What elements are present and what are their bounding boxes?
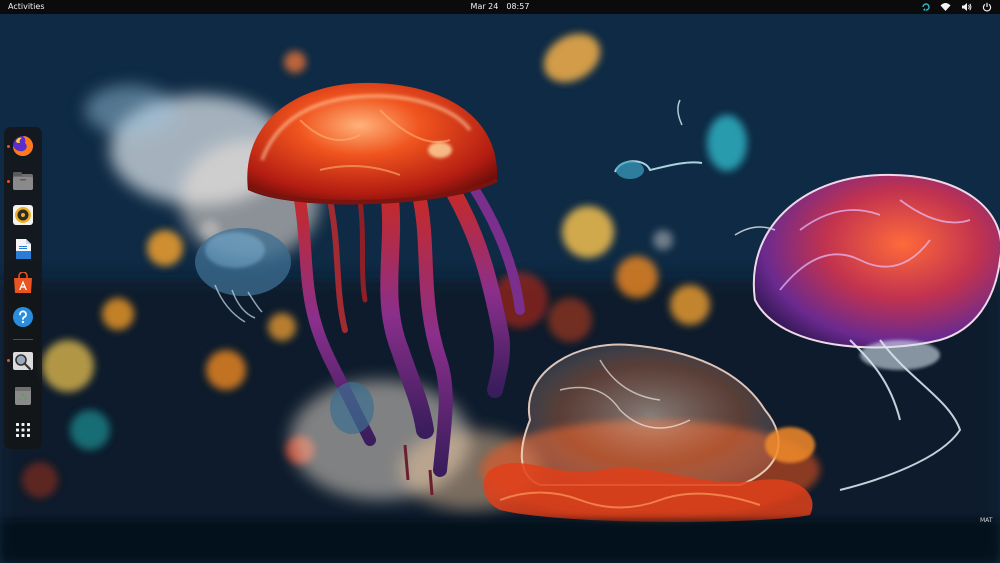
trash-icon bbox=[15, 387, 31, 405]
clock-date: Mar 24 bbox=[470, 2, 499, 11]
power-icon[interactable] bbox=[982, 2, 992, 12]
dock-item-trash[interactable] bbox=[12, 384, 34, 406]
clock-button[interactable]: Mar 24 08:57 bbox=[471, 2, 530, 11]
wallpaper-signature: MAT bbox=[980, 517, 993, 524]
files-icon bbox=[13, 172, 33, 190]
updates-icon[interactable] bbox=[922, 2, 930, 12]
system-tray[interactable] bbox=[922, 2, 992, 12]
dock-item-writer[interactable] bbox=[12, 238, 34, 260]
running-indicator bbox=[7, 359, 10, 362]
image-viewer-icon bbox=[13, 352, 33, 371]
help-icon bbox=[13, 307, 33, 327]
desktop-wallpaper: MAT bbox=[0, 0, 1000, 563]
dock-item-help[interactable] bbox=[12, 306, 34, 328]
firefox-icon bbox=[13, 136, 33, 156]
dock-item-files[interactable] bbox=[12, 170, 34, 192]
clock: Mar 24 08:57 bbox=[0, 0, 1000, 14]
app-grid-icon bbox=[16, 423, 30, 437]
desktop: MAT Activities Mar 24 08:57 bbox=[0, 0, 1000, 563]
rhythmbox-icon bbox=[13, 205, 33, 225]
dock-separator bbox=[13, 339, 33, 340]
software-icon bbox=[14, 272, 32, 293]
volume-icon[interactable] bbox=[961, 2, 972, 12]
dock bbox=[4, 127, 42, 449]
dock-item-image-viewer[interactable] bbox=[12, 350, 34, 372]
running-indicator bbox=[7, 145, 10, 148]
dock-item-software[interactable] bbox=[12, 272, 34, 294]
network-icon[interactable] bbox=[940, 2, 951, 12]
activities-button[interactable]: Activities bbox=[8, 0, 45, 14]
clock-time: 08:57 bbox=[506, 2, 530, 11]
dock-item-rhythmbox[interactable] bbox=[12, 204, 34, 226]
running-indicator bbox=[7, 180, 10, 183]
top-bar: Activities Mar 24 08:57 bbox=[0, 0, 1000, 14]
writer-icon bbox=[16, 239, 31, 259]
dock-item-firefox[interactable] bbox=[12, 135, 34, 157]
show-applications-button[interactable] bbox=[12, 419, 34, 441]
